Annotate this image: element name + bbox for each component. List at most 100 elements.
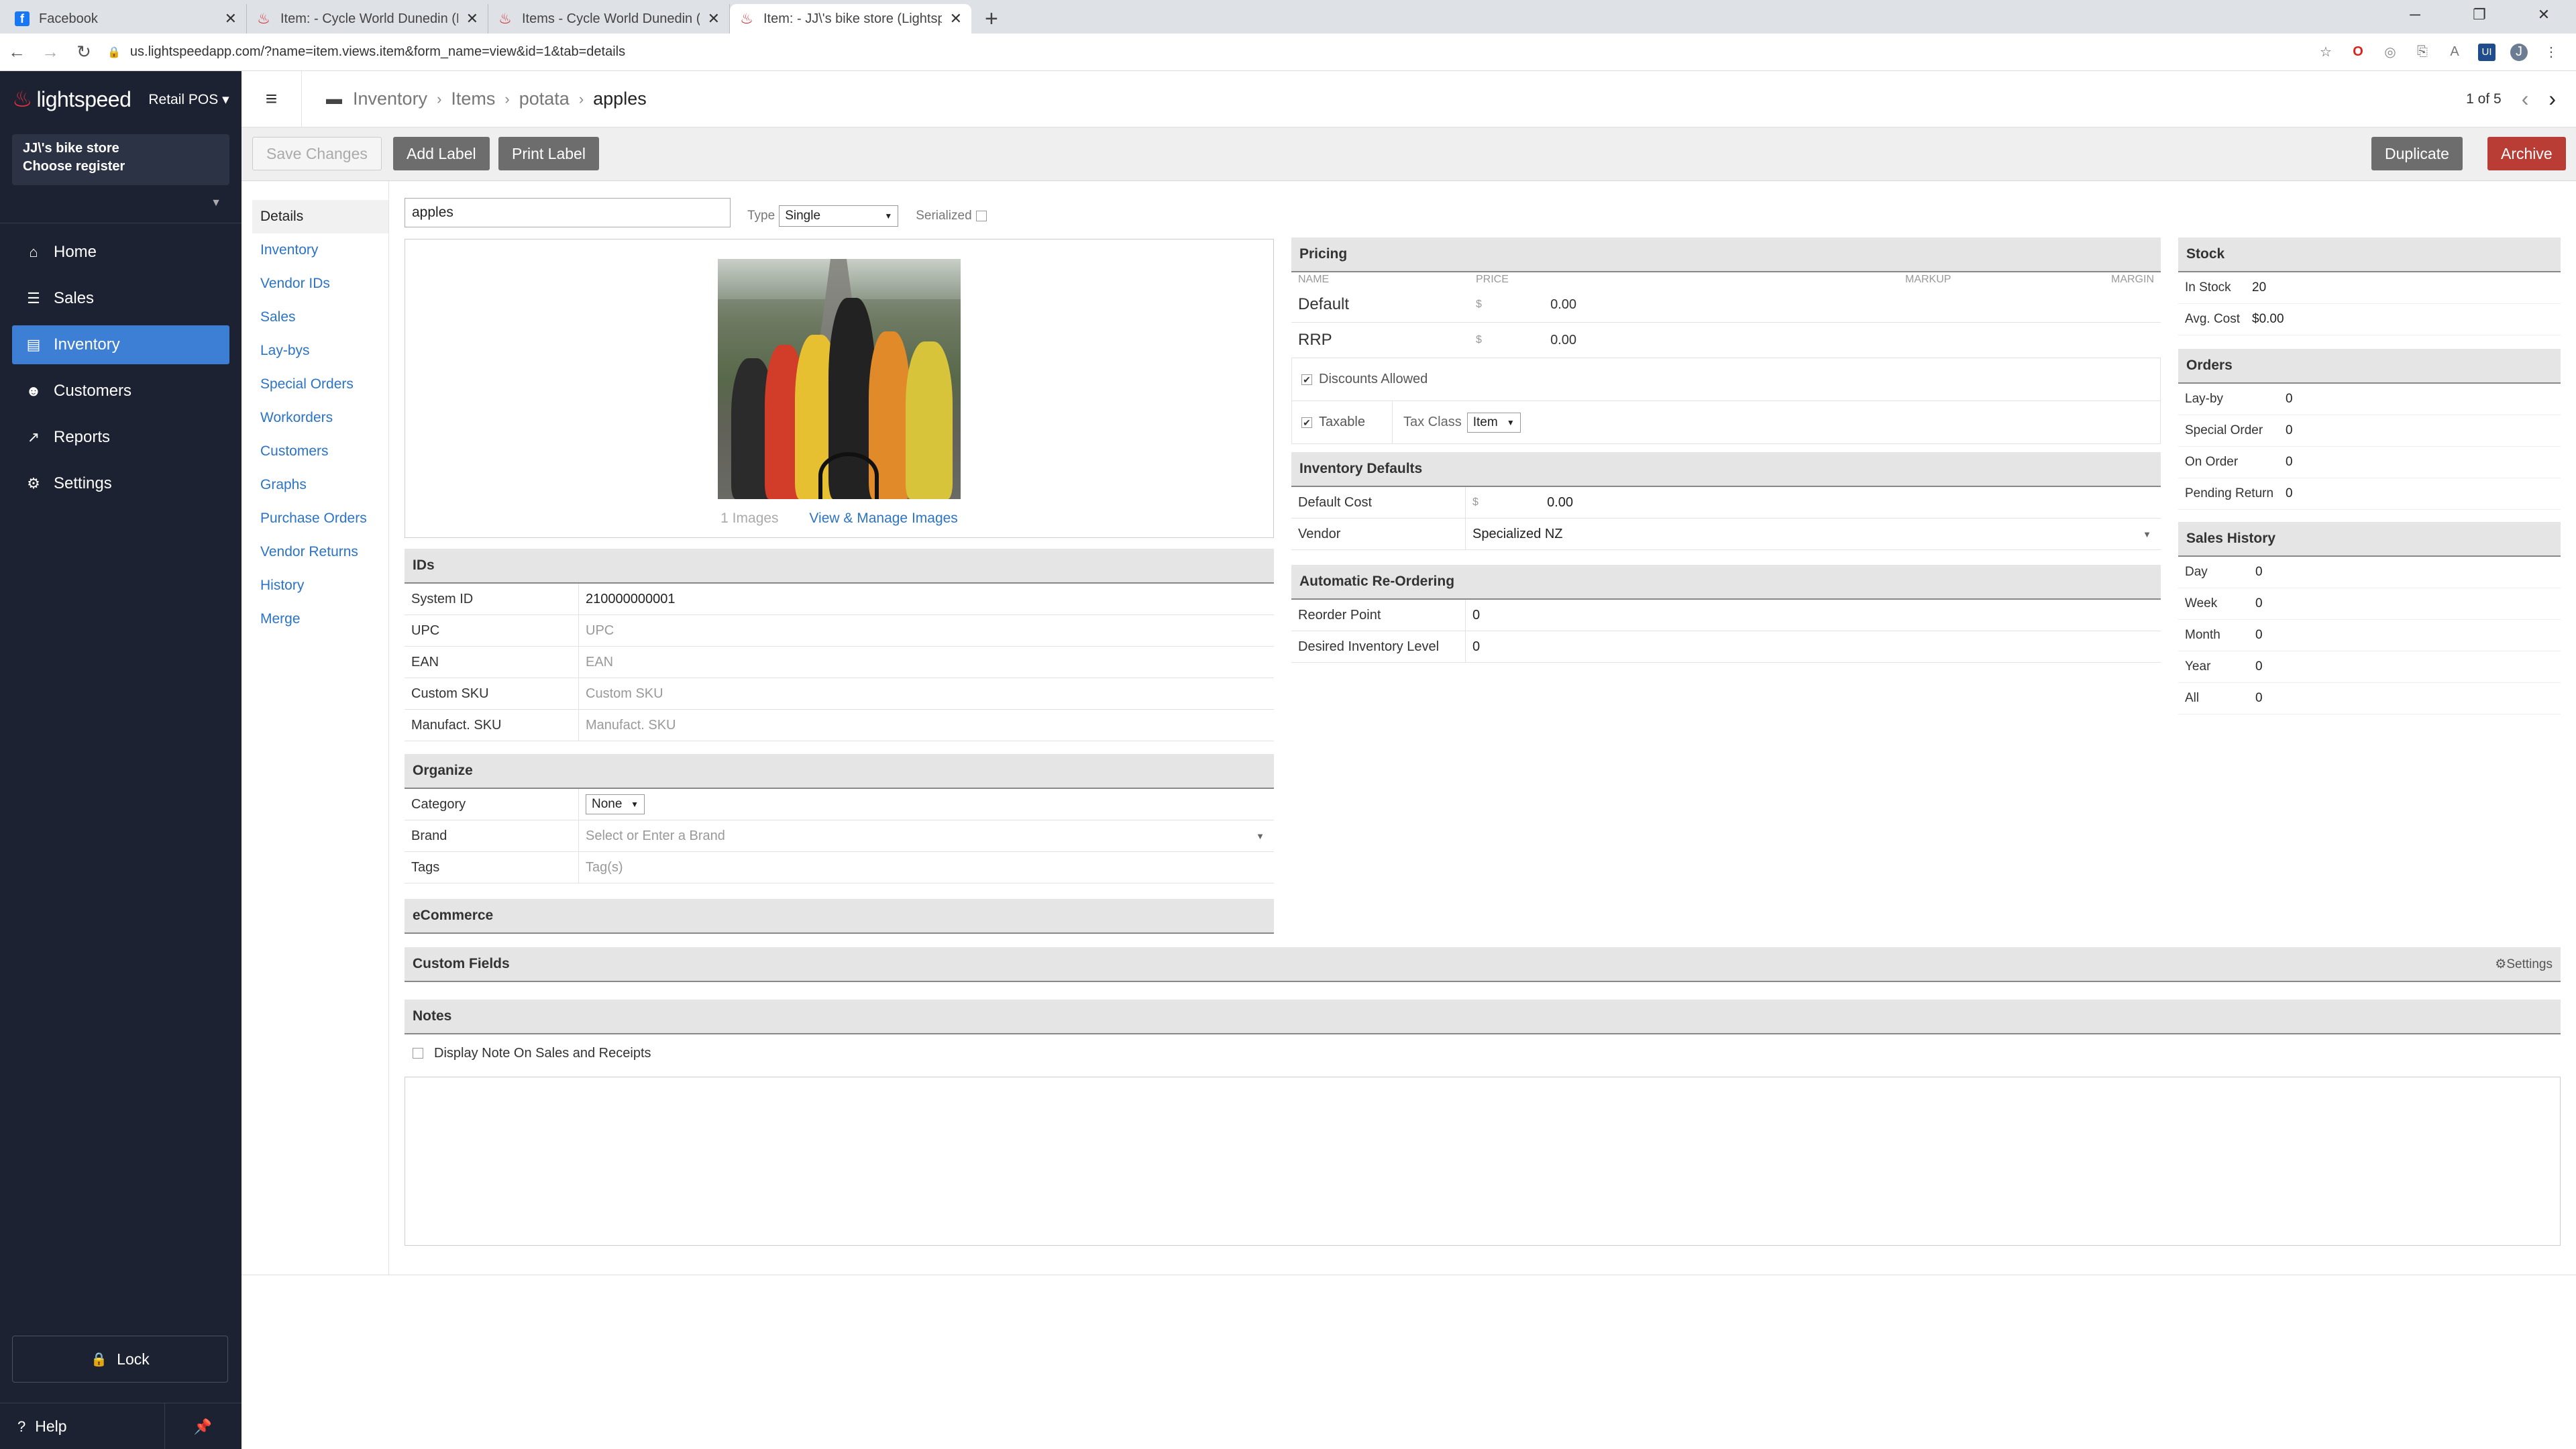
manufact-sku-input[interactable]: Manufact. SKU: [579, 710, 1274, 741]
nav-sales[interactable]: ☰ Sales: [12, 279, 229, 318]
item-photo[interactable]: [718, 259, 961, 499]
extension-icon[interactable]: ◎: [2381, 44, 2399, 61]
print-label-button[interactable]: Print Label: [498, 137, 599, 170]
breadcrumb-items[interactable]: Items: [451, 89, 495, 109]
default-price-input[interactable]: 0.00: [1529, 297, 1576, 313]
browser-tab-items-cycle[interactable]: ♨ Items - Cycle World Dunedin (Li ✕: [488, 4, 730, 34]
tab-special-orders[interactable]: Special Orders: [241, 368, 388, 401]
nav-customers[interactable]: ☻ Customers: [12, 372, 229, 411]
forward-icon[interactable]: →: [34, 42, 67, 62]
discounts-checkbox[interactable]: [1301, 374, 1312, 385]
taxable-checkbox[interactable]: [1301, 417, 1312, 428]
window-close-icon[interactable]: ✕: [2512, 0, 2576, 30]
sales-history-row: Month 0: [2178, 620, 2561, 651]
archive-button[interactable]: Archive: [2487, 137, 2566, 170]
opera-extension-icon[interactable]: O: [2349, 44, 2367, 61]
images-count: 1 Images: [720, 511, 779, 526]
close-icon[interactable]: ✕: [466, 10, 478, 28]
item-tabs: Details Inventory Vendor IDs Sales Lay-b…: [241, 181, 389, 1275]
tags-input[interactable]: Tag(s): [579, 852, 1274, 883]
ui-extension-icon[interactable]: UI: [2478, 43, 2496, 61]
help-icon: ?: [17, 1417, 26, 1435]
tab-vendor-ids[interactable]: Vendor IDs: [241, 267, 388, 301]
default-cost-input[interactable]: 0.00: [1526, 495, 1573, 511]
tab-merge[interactable]: Merge: [241, 602, 388, 636]
tab-customers[interactable]: Customers: [241, 435, 388, 468]
tab-details[interactable]: Details: [252, 200, 388, 233]
stock-panel: Stock In Stock 20 Avg. Cost $0.00: [2178, 237, 2561, 335]
tab-sales[interactable]: Sales: [241, 301, 388, 334]
tab-graphs[interactable]: Graphs: [241, 468, 388, 502]
tab-title: Item: - JJ\'s bike store (Lightspee: [763, 11, 942, 26]
help-link[interactable]: Help: [35, 1417, 66, 1436]
duplicate-button[interactable]: Duplicate: [2371, 137, 2463, 170]
close-icon[interactable]: ✕: [225, 10, 237, 28]
tab-lay-bys[interactable]: Lay-bys: [241, 334, 388, 368]
next-record-icon[interactable]: ›: [2548, 87, 2556, 111]
tags-row: Tags Tag(s): [405, 852, 1274, 883]
display-note-checkbox[interactable]: [413, 1048, 423, 1059]
tab-vendor-returns[interactable]: Vendor Returns: [241, 535, 388, 569]
hamburger-icon[interactable]: ≡: [241, 70, 302, 127]
category-select[interactable]: None ▼: [586, 794, 645, 814]
save-changes-button[interactable]: Save Changes: [252, 137, 382, 170]
notes-textarea[interactable]: [405, 1077, 2561, 1246]
tax-class-select[interactable]: Item ▼: [1466, 412, 1521, 433]
url-field[interactable]: 🔒 us.lightspeedapp.com/?name=item.views.…: [107, 44, 2317, 60]
reload-icon[interactable]: ↻: [67, 42, 101, 62]
nav-reports[interactable]: ↗ Reports: [12, 418, 229, 457]
lock-button[interactable]: 🔒 Lock: [12, 1336, 228, 1383]
ecommerce-panel[interactable]: eCommerce: [405, 899, 1274, 934]
vendor-row: Vendor Specialized NZ ▼: [1291, 519, 2161, 550]
tab-inventory[interactable]: Inventory: [241, 233, 388, 267]
pdf-extension-icon[interactable]: ⎘: [2414, 44, 2431, 61]
back-icon[interactable]: ←: [0, 42, 34, 62]
sales-history-row: All 0: [2178, 683, 2561, 714]
reorder-panel: Automatic Re-Ordering Reorder Point 0 Des…: [1291, 565, 2161, 663]
breadcrumb-inventory[interactable]: Inventory: [353, 89, 427, 109]
desired-level-input[interactable]: 0: [1466, 631, 2161, 662]
nav-settings[interactable]: ⚙ Settings: [12, 464, 229, 503]
minimize-icon[interactable]: ─: [2383, 0, 2447, 30]
chevron-down-icon[interactable]: ▼: [0, 197, 221, 209]
category-row: Category None ▼: [405, 789, 1274, 820]
pin-icon[interactable]: 📌: [194, 1418, 212, 1436]
close-icon[interactable]: ✕: [950, 10, 962, 28]
tab-workorders[interactable]: Workorders: [241, 401, 388, 435]
display-note-label: Display Note On Sales and Receipts: [434, 1045, 651, 1061]
tab-purchase-orders[interactable]: Purchase Orders: [241, 502, 388, 535]
close-icon[interactable]: ✕: [708, 10, 720, 28]
profile-avatar[interactable]: J: [2510, 43, 2528, 61]
type-select[interactable]: Single ▼: [779, 205, 899, 227]
custom-fields-settings[interactable]: ⚙Settings: [2495, 957, 2553, 972]
brand-input[interactable]: Select or Enter a Brand ▼: [579, 820, 1274, 851]
manage-images-link[interactable]: View & Manage Images: [809, 511, 957, 526]
custom-sku-input[interactable]: Custom SKU: [579, 678, 1274, 709]
translate-extension-icon[interactable]: A: [2446, 44, 2463, 61]
breadcrumb-potata[interactable]: potata: [519, 89, 570, 109]
browser-tab-facebook[interactable]: f Facebook ✕: [5, 4, 247, 34]
register-selector[interactable]: JJ\'s bike store Choose register: [12, 134, 229, 185]
item-name-input[interactable]: [405, 198, 731, 227]
ean-input[interactable]: EAN: [579, 647, 1274, 678]
nav-home[interactable]: ⌂ Home: [12, 233, 229, 272]
tab-history[interactable]: History: [241, 569, 388, 602]
browser-menu-icon[interactable]: ⋮: [2542, 44, 2560, 61]
prev-record-icon[interactable]: ‹: [2522, 87, 2529, 111]
orders-row: Lay-by 0: [2178, 384, 2561, 415]
new-tab-icon[interactable]: +: [971, 4, 1012, 34]
restore-icon[interactable]: ❐: [2447, 0, 2512, 30]
star-icon[interactable]: ☆: [2317, 44, 2334, 61]
reorder-point-input[interactable]: 0: [1466, 600, 2161, 631]
add-label-button[interactable]: Add Label: [393, 137, 490, 170]
upc-input[interactable]: UPC: [579, 615, 1274, 646]
nav-inventory[interactable]: ▤ Inventory: [12, 325, 229, 364]
lightspeed-icon: ♨: [740, 10, 753, 27]
product-switcher[interactable]: Retail POS ▾: [148, 91, 229, 108]
vendor-select[interactable]: Specialized NZ ▼: [1466, 519, 2161, 549]
rrp-price-input[interactable]: 0.00: [1529, 333, 1576, 348]
browser-tab-item-cycle[interactable]: ♨ Item: - Cycle World Dunedin (Lig ✕: [247, 4, 488, 34]
inventory-box-icon: ▬: [326, 89, 342, 108]
serialized-checkbox[interactable]: [975, 211, 987, 221]
browser-tab-item-jj[interactable]: ♨ Item: - JJ\'s bike store (Lightspee ✕: [730, 4, 971, 34]
